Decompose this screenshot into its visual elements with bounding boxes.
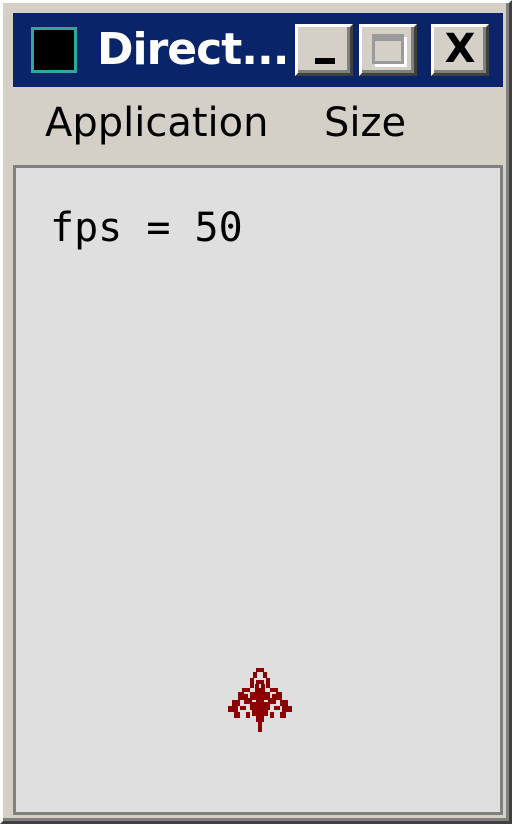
menu-bar: Application Size xyxy=(13,91,503,155)
title-bar[interactable]: Direct... X xyxy=(13,13,503,87)
spaceship-icon xyxy=(228,668,292,732)
app-window: Direct... X Application Size fps = 50 xyxy=(0,0,512,824)
minimize-button[interactable] xyxy=(295,24,353,76)
menu-application[interactable]: Application xyxy=(45,97,269,149)
window-title: Direct... xyxy=(97,24,289,75)
client-area[interactable]: fps = 50 xyxy=(13,165,503,815)
fps-counter: fps = 50 xyxy=(50,205,243,251)
minimize-icon xyxy=(315,58,335,64)
app-icon[interactable] xyxy=(31,27,77,73)
close-button[interactable]: X xyxy=(431,24,489,76)
maximize-icon xyxy=(372,34,404,64)
maximize-button[interactable] xyxy=(359,24,417,76)
menu-size[interactable]: Size xyxy=(324,97,406,149)
close-icon: X xyxy=(444,26,476,72)
